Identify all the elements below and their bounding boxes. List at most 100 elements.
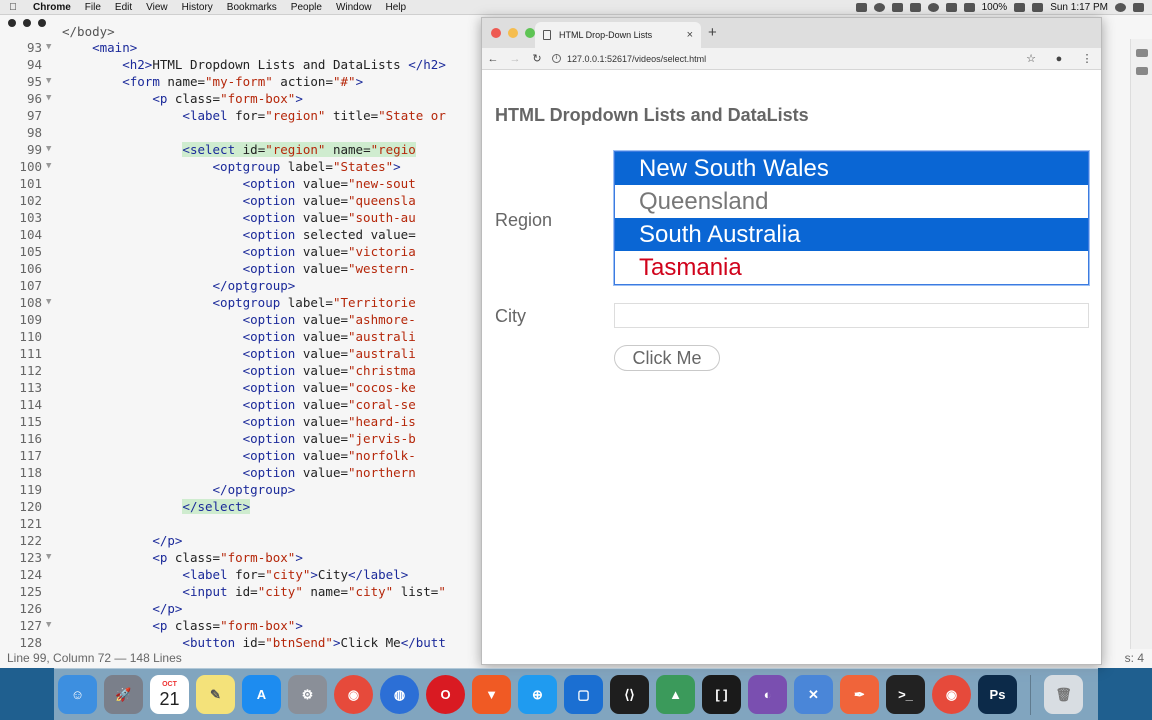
safari-icon[interactable]: ⊕ xyxy=(518,675,557,714)
code-line[interactable]: 116 <option value="jervis-b xyxy=(0,430,480,447)
fold-arrow-icon[interactable]: ▼ xyxy=(46,549,51,566)
new-tab-button[interactable]: + xyxy=(708,24,717,41)
pen-icon[interactable]: ✒ xyxy=(840,675,879,714)
code-line[interactable]: 95 ▼ <form name="my-form" action="#"> xyxy=(0,73,480,90)
menu-file[interactable]: File xyxy=(78,2,108,13)
system-preferences-icon[interactable]: ⚙ xyxy=(288,675,327,714)
display-icon[interactable] xyxy=(891,2,903,12)
profile-icon[interactable]: ● xyxy=(1045,53,1073,65)
code-line[interactable]: 126 </p> xyxy=(0,600,480,617)
close-window-button[interactable] xyxy=(8,19,16,27)
screen-record-icon[interactable] xyxy=(909,2,921,12)
fold-arrow-icon[interactable]: ▼ xyxy=(46,39,51,56)
region-option[interactable]: Queensland xyxy=(615,185,1088,218)
region-option[interactable]: Tasmania xyxy=(615,251,1088,284)
click-me-button[interactable]: Click Me xyxy=(614,345,720,371)
fold-arrow-icon[interactable]: ▼ xyxy=(46,294,51,311)
terminal-icon[interactable]: >_ xyxy=(886,675,925,714)
more-menu-icon[interactable]: ⋮ xyxy=(1073,52,1101,65)
code-line[interactable]: 99 ▼ <select id="region" name="regio xyxy=(0,141,480,158)
chrome-icon[interactable]: ◉ xyxy=(334,675,373,714)
menu-app-name[interactable]: Chrome xyxy=(26,2,78,13)
brackets-icon[interactable]: [ ] xyxy=(702,675,741,714)
code-line[interactable]: 96 ▼ <p class="form-box"> xyxy=(0,90,480,107)
notification-center-icon[interactable] xyxy=(1133,2,1144,12)
apple-menu-icon[interactable]:  xyxy=(0,2,26,13)
volume-icon[interactable] xyxy=(963,2,975,12)
code-line[interactable]: 110 <option value="australi xyxy=(0,328,480,345)
code-line[interactable]: 123 ▼ <p class="form-box"> xyxy=(0,549,480,566)
github-icon[interactable]: ◐ xyxy=(748,675,787,714)
city-input[interactable] xyxy=(614,303,1089,328)
battery-percent[interactable]: 100% xyxy=(982,2,1008,13)
browser-tab[interactable]: HTML Drop-Down Lists × xyxy=(535,22,701,48)
extension-manager-icon[interactable] xyxy=(1135,67,1148,75)
keyboard-icon[interactable] xyxy=(1032,2,1044,12)
code-line[interactable]: 107 </optgroup> xyxy=(0,277,480,294)
menu-history[interactable]: History xyxy=(175,2,220,13)
menu-people[interactable]: People xyxy=(284,2,329,13)
instruments-icon[interactable]: ✕ xyxy=(794,675,833,714)
menu-window[interactable]: Window xyxy=(329,2,379,13)
close-window-button[interactable] xyxy=(491,28,501,38)
app-store-icon[interactable]: A xyxy=(242,675,281,714)
trash-icon[interactable]: 🗑 xyxy=(1044,675,1083,714)
code-line[interactable]: 115 <option value="heard-is xyxy=(0,413,480,430)
photoshop-icon[interactable]: Ps xyxy=(978,675,1017,714)
code-line[interactable]: 104 <option selected value= xyxy=(0,226,480,243)
forward-arrow-icon[interactable]: → xyxy=(504,53,526,65)
code-line[interactable]: 98 xyxy=(0,124,480,141)
finder-icon[interactable]: ☺ xyxy=(58,675,97,714)
menu-view[interactable]: View xyxy=(139,2,175,13)
fold-arrow-icon[interactable]: ▼ xyxy=(46,73,51,90)
zoom-window-button[interactable] xyxy=(525,28,535,38)
firefox-icon[interactable]: ◍ xyxy=(380,675,419,714)
fold-arrow-icon[interactable]: ▼ xyxy=(46,141,51,158)
status-icon[interactable] xyxy=(855,2,867,12)
battery-icon[interactable] xyxy=(1014,2,1026,12)
chrome-icon-2[interactable]: ◉ xyxy=(932,675,971,714)
indent-setting[interactable]: s: 4 xyxy=(1125,649,1144,668)
code-line[interactable]: 114 <option value="coral-se xyxy=(0,396,480,413)
back-arrow-icon[interactable]: ← xyxy=(482,53,504,65)
code-line[interactable]: 102 <option value="queensla xyxy=(0,192,480,209)
wifi-icon[interactable] xyxy=(945,2,957,12)
fold-arrow-icon[interactable]: ▼ xyxy=(46,617,51,634)
live-preview-icon[interactable] xyxy=(1135,49,1148,57)
code-line[interactable]: 111 <option value="australi xyxy=(0,345,480,362)
code-line[interactable]: 124 <label for="city">City</label> xyxy=(0,566,480,583)
zoom-window-button[interactable] xyxy=(38,19,46,27)
code-line[interactable]: 119 </optgroup> xyxy=(0,481,480,498)
creative-cloud-icon[interactable] xyxy=(873,2,885,12)
code-line[interactable]: 109 <option value="ashmore- xyxy=(0,311,480,328)
code-line[interactable]: 105 <option value="victoria xyxy=(0,243,480,260)
code-line[interactable]: 93 ▼ <main> xyxy=(0,39,480,56)
code-line[interactable]: 94 <h2>HTML Dropdown Lists and DataLists… xyxy=(0,56,480,73)
code-line[interactable]: 122 </p> xyxy=(0,532,480,549)
launchpad-icon[interactable]: 🚀 xyxy=(104,675,143,714)
code-line[interactable]: 106 <option value="western- xyxy=(0,260,480,277)
code-line[interactable]: 103 <option value="south-au xyxy=(0,209,480,226)
menu-edit[interactable]: Edit xyxy=(108,2,139,13)
vscode-icon[interactable]: ⟨⟩ xyxy=(610,675,649,714)
code-line[interactable]: 101 <option value="new-sout xyxy=(0,175,480,192)
code-line[interactable]: 118 <option value="northern xyxy=(0,464,480,481)
minimize-window-button[interactable] xyxy=(508,28,518,38)
code-line[interactable]: 121 xyxy=(0,515,480,532)
region-option[interactable]: South Australia xyxy=(615,218,1088,251)
fold-arrow-icon[interactable]: ▼ xyxy=(46,158,51,175)
menu-help[interactable]: Help xyxy=(379,2,414,13)
region-option[interactable]: New South Wales xyxy=(615,152,1088,185)
reload-icon[interactable]: ↻ xyxy=(526,52,548,65)
opera-icon[interactable]: O xyxy=(426,675,465,714)
code-line[interactable]: 97 <label for="region" title="State or xyxy=(0,107,480,124)
spotlight-icon[interactable] xyxy=(1115,2,1126,12)
fold-arrow-icon[interactable]: ▼ xyxy=(46,90,51,107)
time-machine-icon[interactable] xyxy=(927,2,939,12)
minimize-window-button[interactable] xyxy=(23,19,31,27)
code-line[interactable]: 127 ▼ <p class="form-box"> xyxy=(0,617,480,634)
android-studio-icon[interactable]: ▲ xyxy=(656,675,695,714)
code-line[interactable]: 112 <option value="christma xyxy=(0,362,480,379)
bookmark-star-icon[interactable]: ☆ xyxy=(1017,52,1045,65)
code-line[interactable]: 125 <input id="city" name="city" list=" xyxy=(0,583,480,600)
